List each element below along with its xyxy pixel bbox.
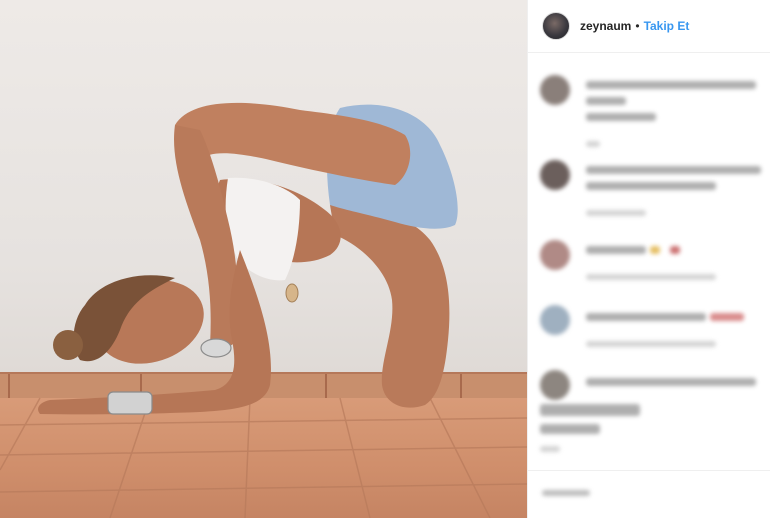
commenter-avatar[interactable] [540,75,570,105]
post-header: zeynaum • Takip Et [528,0,770,53]
hair-bun [53,330,83,360]
bracelet-wrist [107,391,153,415]
leg [330,205,450,408]
emoji-blurred [670,246,680,254]
timestamp-blurred [542,490,590,496]
divider [528,470,770,471]
bracelet-upper [200,338,232,358]
pendant [285,283,299,303]
comment-text-blurred [586,97,626,105]
comment-item [540,160,765,220]
comment-text-blurred [586,166,761,174]
comment-meta-blurred [586,210,646,216]
comment-item [540,240,765,290]
yoga-figure-illustration [0,102,527,518]
comment-text-blurred [586,81,756,89]
emoji-blurred [710,313,744,321]
commenter-avatar[interactable] [540,160,570,190]
comment-item [540,75,765,147]
comment-text-blurred [540,424,600,434]
comment-text-blurred [586,378,756,386]
follow-button[interactable]: Takip Et [644,19,690,33]
comment-text-blurred [586,113,656,121]
comments-panel: zeynaum • Takip Et [527,0,770,518]
commenter-avatar[interactable] [540,370,570,400]
instagram-post: zeynaum • Takip Et [0,0,770,518]
comment-item [540,370,765,452]
comment-meta-blurred [540,446,560,452]
comment-text-blurred [586,246,646,254]
comment-item [540,305,765,355]
comment-text-blurred [540,404,640,416]
emoji-blurred [650,246,660,254]
comment-text-blurred [586,182,716,190]
author-avatar[interactable] [542,12,570,40]
comment-meta-blurred [586,274,716,280]
comment-meta-blurred [586,341,716,347]
comment-text-blurred [586,313,706,321]
floor-grout [0,397,527,518]
commenter-avatar[interactable] [540,240,570,270]
separator-dot: • [635,19,640,33]
commenter-avatar[interactable] [540,305,570,335]
comment-meta-blurred [586,141,600,147]
author-username[interactable]: zeynaum [580,19,631,33]
post-photo[interactable] [0,0,527,518]
